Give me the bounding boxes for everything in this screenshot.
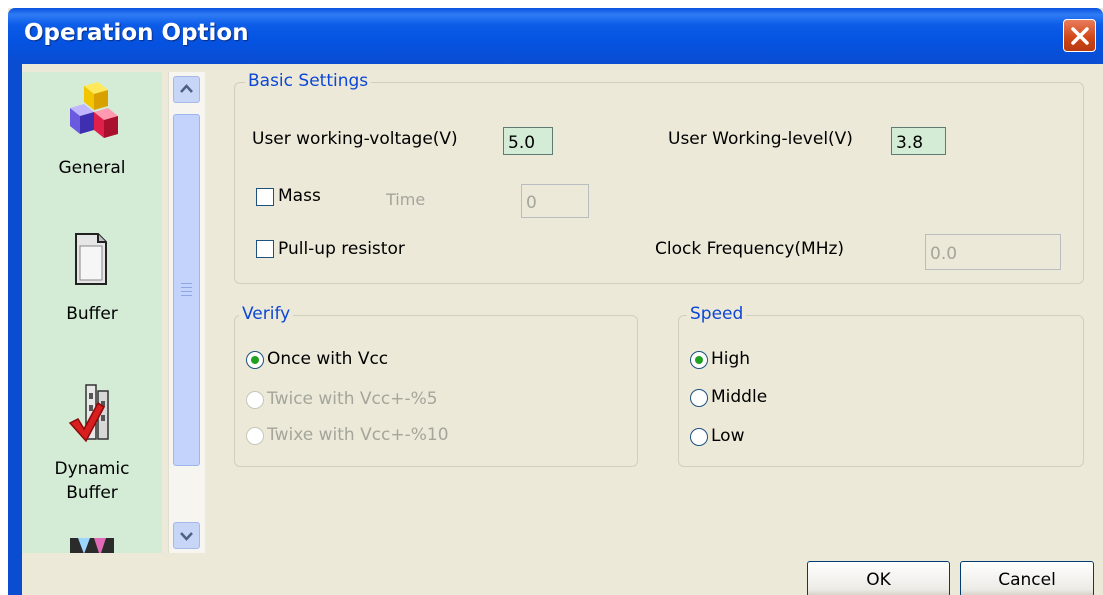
scroll-down-button[interactable]: [173, 522, 200, 549]
verify-twice-radio[interactable]: [246, 391, 264, 409]
grip-line: [181, 287, 192, 288]
window-left-border: [8, 64, 22, 595]
verify-legend: Verify: [239, 304, 294, 324]
pullup-label: Pull-up resistor: [278, 239, 405, 259]
grip-line: [181, 291, 192, 292]
ok-button[interactable]: OK: [807, 561, 950, 595]
sidebar-item-dynamic-buffer[interactable]: Dynamic Buffer: [22, 377, 162, 512]
scroll-up-button[interactable]: [173, 76, 200, 103]
title-bar[interactable]: Operation Option: [8, 8, 1103, 64]
clock-label: Clock Frequency(MHz): [655, 239, 845, 259]
partial-icon: [70, 538, 114, 553]
window-title: Operation Option: [24, 20, 249, 46]
basic-settings-legend: Basic Settings: [245, 71, 372, 91]
speed-legend: Speed: [687, 304, 747, 324]
scroll-thumb[interactable]: [173, 114, 200, 466]
verify-once-label: Once with Vcc: [267, 349, 389, 369]
verify-twice-label: Twice with Vcc+-%5: [267, 389, 438, 409]
document-icon: [75, 233, 107, 285]
checkmark-icon: [68, 384, 109, 443]
sidebar-item-partial[interactable]: [22, 530, 162, 553]
grip-line: [181, 283, 192, 284]
verify-twixe-label: Twixe with Vcc+-%10: [267, 425, 449, 445]
sidebar-item-label: Dynamic Buffer: [54, 459, 130, 503]
operation-option-dialog: Operation Option General Buffer Dynamic …: [8, 8, 1103, 595]
cubes-icon: [70, 82, 118, 138]
sidebar-scrollbar[interactable]: [168, 72, 205, 553]
radio-selected-dot: [695, 356, 703, 364]
grip-line: [181, 295, 192, 296]
level-field[interactable]: 3.8: [891, 127, 946, 155]
chevron-up-icon: [180, 84, 193, 93]
speed-high-radio[interactable]: [690, 351, 708, 369]
mass-label: Mass: [278, 186, 321, 206]
speed-low-label: Low: [711, 426, 745, 446]
verify-once-radio[interactable]: [246, 351, 264, 369]
radio-selected-dot: [251, 356, 259, 364]
speed-middle-radio[interactable]: [690, 389, 708, 407]
verify-twixe-radio[interactable]: [246, 427, 264, 445]
category-sidebar: General Buffer Dynamic Buffer: [22, 72, 162, 553]
close-button[interactable]: [1063, 19, 1096, 52]
sidebar-item-label: Buffer: [66, 304, 118, 324]
clock-field[interactable]: 0.0: [925, 234, 1061, 270]
speed-low-radio[interactable]: [690, 428, 708, 446]
level-label: User Working-level(V): [668, 129, 853, 149]
voltage-field[interactable]: 5.0: [503, 127, 553, 155]
speed-middle-label: Middle: [711, 387, 768, 407]
chevron-down-icon: [180, 532, 193, 541]
sidebar-item-buffer[interactable]: Buffer: [22, 222, 162, 342]
voltage-label: User working-voltage(V): [252, 129, 458, 149]
time-field[interactable]: 0: [521, 184, 589, 218]
time-label: Time: [386, 190, 426, 209]
sidebar-item-label: General: [58, 158, 126, 178]
mass-checkbox[interactable]: [256, 188, 274, 206]
close-icon: [1071, 27, 1089, 45]
cancel-button[interactable]: Cancel: [960, 561, 1094, 595]
sidebar-item-general[interactable]: General: [22, 72, 162, 202]
pullup-checkbox[interactable]: [256, 240, 274, 258]
speed-high-label: High: [711, 349, 751, 369]
